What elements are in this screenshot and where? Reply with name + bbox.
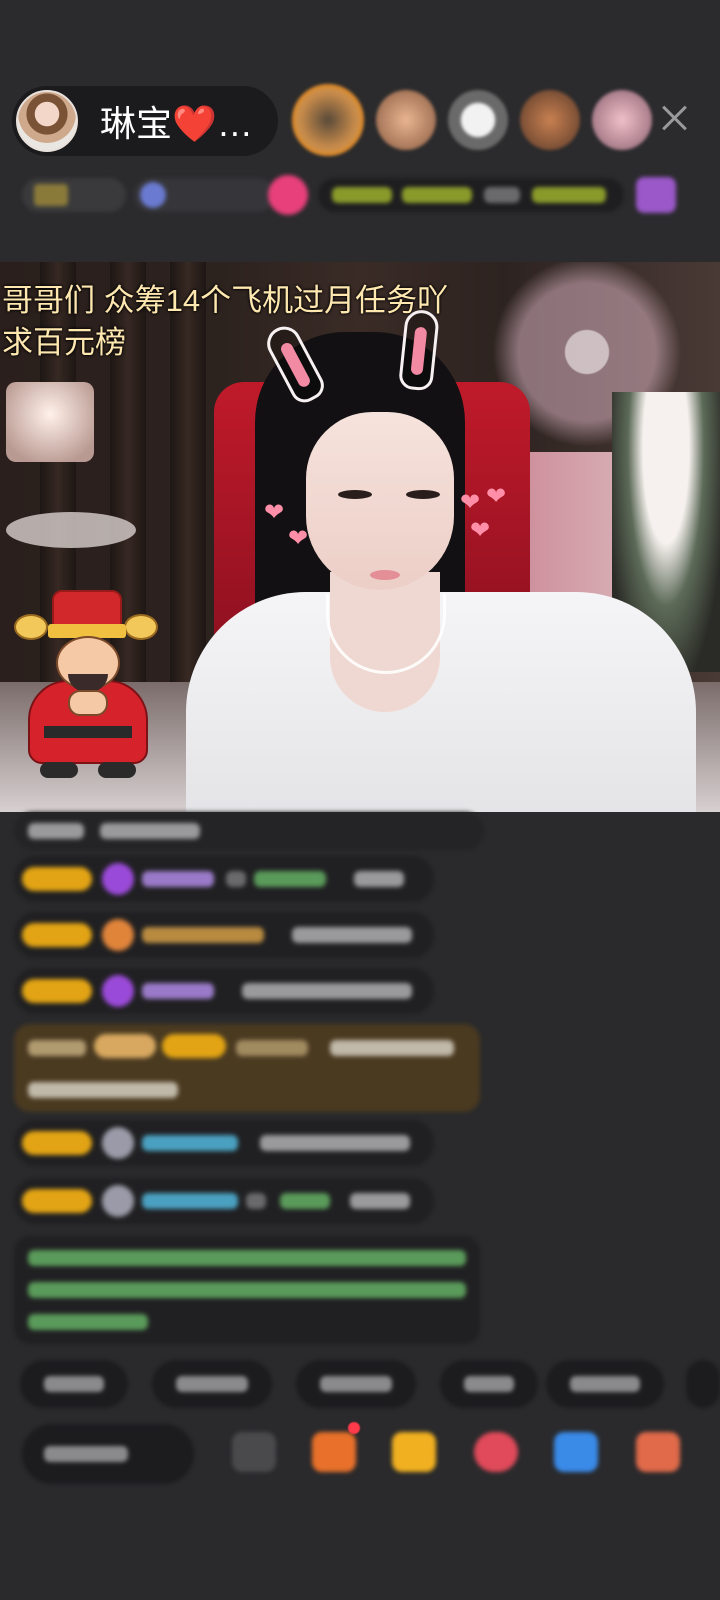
quick-reply-chip[interactable] <box>686 1360 720 1408</box>
bottom-toolbar <box>0 1420 720 1490</box>
game-icon[interactable] <box>554 1432 598 1472</box>
rank-badge[interactable] <box>22 178 126 212</box>
notification-dot <box>348 1422 360 1434</box>
background-table <box>6 512 136 548</box>
sticker-hat-wing <box>124 614 158 640</box>
streamer-eye <box>406 490 440 499</box>
heart-filter-icon: ❤ <box>288 525 309 552</box>
chat-message <box>14 812 484 850</box>
heart-filter-icon: ❤ <box>486 483 507 510</box>
top-viewer-avatar[interactable] <box>376 90 436 150</box>
heart-filter-icon: ❤ <box>264 499 285 526</box>
lucky-bag-icon[interactable] <box>474 1432 518 1472</box>
quick-reply-chip[interactable] <box>20 1360 128 1408</box>
chat-message <box>14 912 434 958</box>
close-icon[interactable] <box>656 100 692 136</box>
heart-filter-icon: ❤ <box>460 489 481 516</box>
sticker-hat-wing <box>14 614 48 640</box>
gift-box-icon[interactable] <box>636 177 676 213</box>
stream-caption: 哥哥们 众筹14个飞机过月任务吖 求百元榜 <box>2 283 449 360</box>
room-badge-row <box>22 170 690 220</box>
host-info-pill[interactable]: 琳宝❤️… <box>12 86 278 156</box>
comment-input[interactable] <box>22 1424 194 1484</box>
background-lamp <box>6 382 94 462</box>
gift-icon[interactable] <box>312 1432 356 1472</box>
chat-message-highlight <box>14 1024 480 1112</box>
system-notice <box>14 1236 480 1344</box>
top-viewer-avatar[interactable] <box>292 84 364 156</box>
quick-reply-chip[interactable] <box>296 1360 416 1408</box>
chat-feed[interactable] <box>0 812 720 1352</box>
quick-reply-row <box>20 1360 720 1410</box>
god-of-wealth-sticker[interactable] <box>14 590 158 786</box>
chat-message <box>14 968 434 1014</box>
quick-reply-chip[interactable] <box>152 1360 272 1408</box>
chat-message <box>14 1178 434 1224</box>
top-viewer-avatar[interactable] <box>520 90 580 150</box>
fan-club-icon[interactable] <box>392 1432 436 1472</box>
live-header: 琳宝❤️… <box>0 0 720 262</box>
activity-icon[interactable] <box>268 175 308 215</box>
heart-filter-icon: ❤ <box>470 517 491 544</box>
sticker-hands <box>68 690 108 716</box>
emoji-icon[interactable] <box>232 1432 276 1472</box>
sticker-belt <box>44 726 132 738</box>
streamer-lips <box>370 570 400 580</box>
top-viewers-strip <box>292 84 652 156</box>
more-icon[interactable] <box>636 1432 680 1472</box>
host-name: 琳宝❤️… <box>100 103 253 144</box>
quick-reply-chip[interactable] <box>440 1360 538 1408</box>
sticker-feet <box>40 762 136 780</box>
host-avatar[interactable] <box>16 90 78 152</box>
chat-message <box>14 856 434 902</box>
chat-message <box>14 1120 434 1166</box>
streamer-eye <box>338 490 372 499</box>
streamer-face <box>306 412 454 590</box>
popularity-badge[interactable] <box>134 178 274 212</box>
announcement-ticker[interactable] <box>318 178 624 212</box>
top-viewer-avatar[interactable] <box>592 90 652 150</box>
quick-reply-chip[interactable] <box>546 1360 664 1408</box>
top-viewer-avatar[interactable] <box>448 90 508 150</box>
